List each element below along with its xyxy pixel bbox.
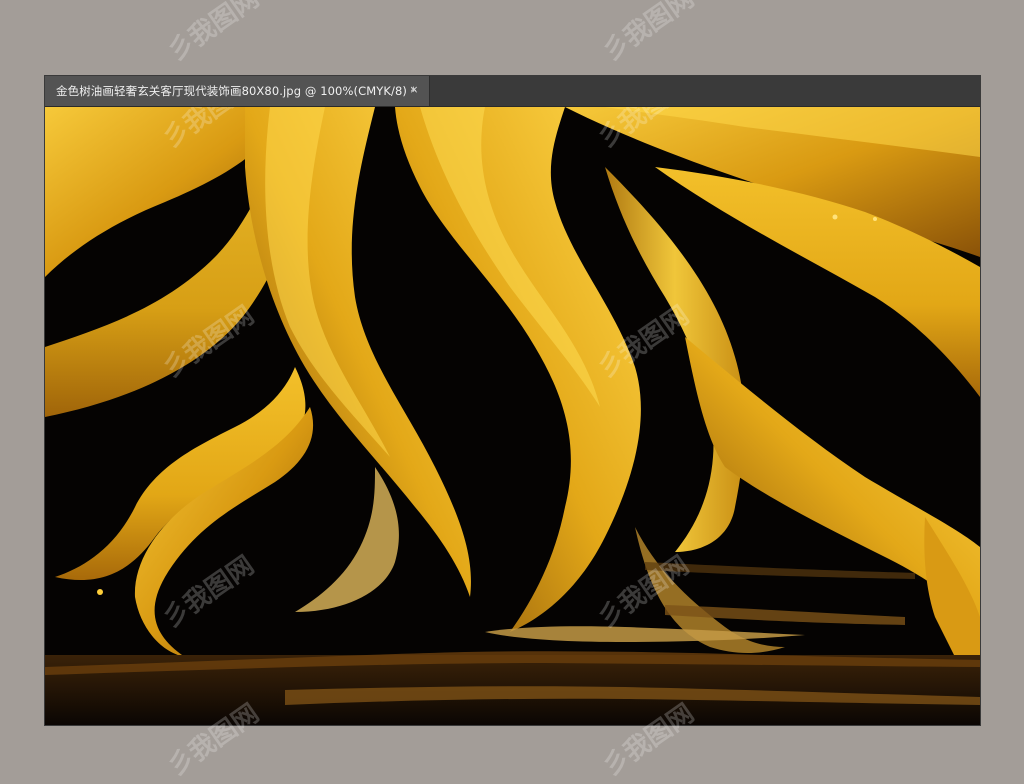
photoshop-workspace: 金色树油画轻奢玄关客厅现代装饰画80X80.jpg @ 100%(CMYK/8)… — [0, 0, 1024, 783]
image-canvas[interactable]: 彡我图网 彡我图网 彡我图网 彡我图网 彡我图网 彡我图网 — [45, 107, 980, 725]
golden-tree-artwork — [45, 107, 980, 725]
close-icon[interactable]: × — [408, 84, 420, 96]
watermark-outer-1: 彡我图网 — [162, 0, 265, 68]
document-tab-bar: 金色树油画轻奢玄关客厅现代装饰画80X80.jpg @ 100%(CMYK/8)… — [45, 76, 980, 107]
document-tab-title: 金色树油画轻奢玄关客厅现代装饰画80X80.jpg @ 100%(CMYK/8)… — [56, 84, 417, 98]
document-tab[interactable]: 金色树油画轻奢玄关客厅现代装饰画80X80.jpg @ 100%(CMYK/8)… — [45, 76, 430, 106]
document-window: 金色树油画轻奢玄关客厅现代装饰画80X80.jpg @ 100%(CMYK/8)… — [45, 76, 980, 725]
watermark-outer-2: 彡我图网 — [597, 0, 700, 68]
